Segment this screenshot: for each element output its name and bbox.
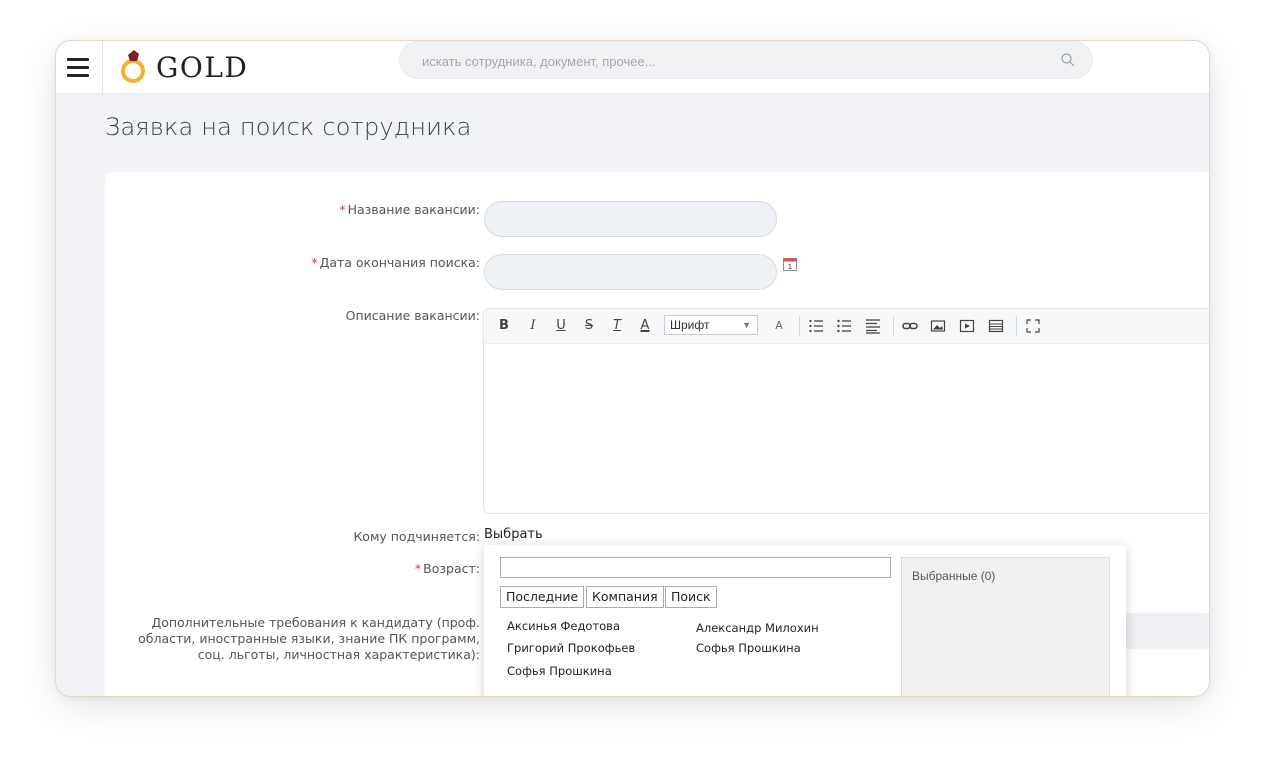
vacancy-name-label-text: Название вакансии: xyxy=(347,202,480,217)
vacancy-name-label: * Название вакансии: xyxy=(339,202,480,217)
clear-format-button[interactable]: T xyxy=(609,318,625,334)
end-date-input[interactable] xyxy=(485,255,780,291)
logo[interactable]: GOLD xyxy=(120,49,248,85)
search-input[interactable] xyxy=(420,42,1024,80)
logo-text: GOLD xyxy=(156,50,249,84)
chevron-down-icon: ▼ xyxy=(742,320,751,330)
required-mark: * xyxy=(414,561,422,576)
reports-to-label: Кому подчиняется: xyxy=(353,529,480,544)
svg-text:1: 1 xyxy=(788,263,792,271)
employee-search-input[interactable] xyxy=(500,557,891,578)
italic-button[interactable]: I xyxy=(525,318,541,334)
vacancy-name-field[interactable] xyxy=(484,201,780,238)
employee-item[interactable]: Александр Милохин xyxy=(696,621,819,635)
required-mark: * xyxy=(311,255,318,270)
video-icon[interactable] xyxy=(959,318,975,334)
font-size-label: A xyxy=(775,319,783,332)
ring-logo-icon xyxy=(121,50,145,83)
end-date-label: * Дата окончания поиска: xyxy=(311,255,480,270)
underline-button[interactable]: U xyxy=(553,318,569,334)
choose-manager-link[interactable]: Выбрать xyxy=(484,527,543,542)
bulleted-list-icon[interactable] xyxy=(836,318,852,334)
menu-icon-bar xyxy=(67,74,89,77)
vacancy-name-input[interactable] xyxy=(485,202,780,238)
bold-button[interactable]: B xyxy=(496,318,512,334)
hidden-field-background xyxy=(1125,613,1209,649)
font-select[interactable]: Шрифт ▼ xyxy=(664,315,758,335)
table-icon[interactable] xyxy=(988,318,1004,334)
tab-company[interactable]: Компания xyxy=(586,586,664,608)
text-color-button[interactable]: A xyxy=(637,318,653,334)
description-editor: B I U S T A Шрифт ▼ A xyxy=(483,308,1209,514)
employee-item[interactable]: Аксинья Федотова xyxy=(507,619,620,633)
employee-item[interactable]: Софья Прошкина xyxy=(507,664,612,678)
tab-search[interactable]: Поиск xyxy=(665,586,717,608)
employee-item[interactable]: Григорий Прокофьев xyxy=(507,641,635,655)
selected-count-label: Выбранные (0) xyxy=(912,569,996,583)
required-mark: * xyxy=(339,202,346,217)
menu-icon xyxy=(67,58,89,61)
menu-button[interactable] xyxy=(56,41,103,93)
global-search xyxy=(399,41,1093,80)
align-justify-icon[interactable] xyxy=(865,318,881,334)
toolbar-divider xyxy=(1016,316,1017,336)
app-window: GOLD Заявка на поиск сотрудника *Названи… xyxy=(55,40,1210,697)
selected-employees-box: Выбранные (0) xyxy=(901,557,1110,696)
numbered-list-icon[interactable] xyxy=(808,318,824,334)
employee-item[interactable]: Софья Прошкина xyxy=(696,641,801,655)
calendar-icon[interactable]: 1 xyxy=(783,257,797,271)
link-icon[interactable] xyxy=(902,318,918,334)
employee-selector-popup: Последние Компания Поиск Аксинья Федотов… xyxy=(484,545,1126,696)
extra-requirements-label: Дополнительные требования к кандидату (п… xyxy=(138,615,480,662)
fullscreen-icon[interactable] xyxy=(1025,318,1041,334)
toolbar-divider xyxy=(799,316,800,336)
strikethrough-button[interactable]: S xyxy=(581,318,597,334)
end-date-label-text: Дата окончания поиска: xyxy=(319,255,480,270)
font-size-button[interactable]: A xyxy=(767,318,791,334)
age-label: * Возраст: xyxy=(415,561,480,576)
age-label-text: Возраст: xyxy=(423,561,480,576)
tab-recent[interactable]: Последние xyxy=(500,586,585,608)
menu-icon-bar xyxy=(67,66,89,69)
toolbar-divider xyxy=(893,316,894,336)
editor-toolbar: B I U S T A Шрифт ▼ A xyxy=(484,309,1209,344)
font-select-value: Шрифт xyxy=(670,318,710,332)
top-header: GOLD xyxy=(56,41,1209,93)
image-icon[interactable] xyxy=(930,318,946,334)
end-date-field[interactable] xyxy=(484,254,780,291)
description-label: Описание вакансии: xyxy=(345,308,480,323)
search-icon[interactable] xyxy=(1060,52,1076,68)
page-title: Заявка на поиск сотрудника xyxy=(105,113,472,141)
